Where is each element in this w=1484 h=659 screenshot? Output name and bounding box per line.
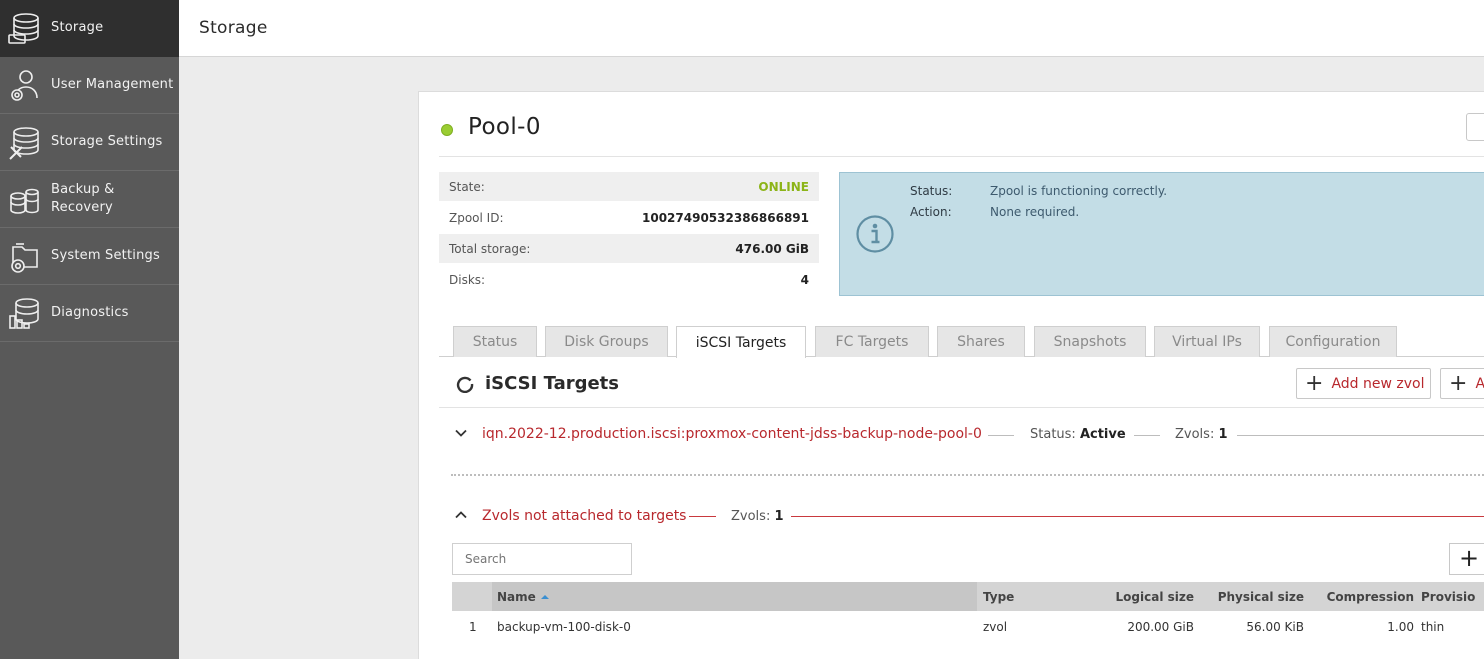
sidebar-item-label: Storage Settings xyxy=(51,134,163,149)
sidebar: Storage User Management Storage Settings xyxy=(0,0,179,659)
zvol-compression: 1.00 xyxy=(1387,620,1414,634)
plus-icon: + xyxy=(1449,370,1468,396)
info-key: Total storage: xyxy=(449,241,531,256)
zvols-value: 1 xyxy=(774,509,784,524)
status-label: Status: xyxy=(1030,427,1076,442)
sidebar-item-storage[interactable]: Storage xyxy=(0,0,179,57)
zvol-name: backup-vm-100-disk-0 xyxy=(497,620,631,634)
separator-line xyxy=(791,516,1484,517)
info-key: State: xyxy=(449,179,485,194)
status-info-box: Status: Zpool is functioning correctly. … xyxy=(839,172,1484,296)
row-index: 1 xyxy=(469,620,477,634)
chevron-up-icon[interactable] xyxy=(454,508,468,522)
zvol-type: zvol xyxy=(983,620,1008,634)
pool-status-dot xyxy=(441,124,453,136)
sidebar-item-label: System Settings xyxy=(51,248,160,263)
page-title: Storage xyxy=(199,18,268,38)
section-title: iSCSI Targets xyxy=(485,373,619,394)
user-gear-icon xyxy=(11,70,38,101)
info-row-disks: Disks: 4 xyxy=(439,265,819,294)
status-label: Status: xyxy=(910,184,953,198)
table-header: Name Type Logical size Physical size Com… xyxy=(452,582,1484,611)
separator-line xyxy=(988,435,1014,436)
zvols-value: 1 xyxy=(1218,427,1228,442)
column-header-compression[interactable]: Compression xyxy=(1314,582,1414,611)
zvol-provisioning: thin xyxy=(1421,620,1445,634)
search-input[interactable] xyxy=(452,543,632,575)
tab-iscsi-targets[interactable]: iSCSI Targets xyxy=(676,326,806,358)
add-new-zvol-label: Add new zvol xyxy=(1331,375,1425,392)
sort-asc-icon xyxy=(540,594,549,599)
tab-shares[interactable]: Shares xyxy=(937,326,1025,357)
info-key: Disks: xyxy=(449,272,486,287)
status-message: Zpool is functioning correctly. xyxy=(990,184,1168,198)
column-header-logical-size[interactable]: Logical size xyxy=(1092,582,1194,611)
column-header-type[interactable]: Type xyxy=(983,582,1063,611)
action-message: None required. xyxy=(990,205,1080,219)
target-status: Status: Active xyxy=(1030,427,1126,442)
info-row-total-storage: Total storage: 476.00 GiB xyxy=(439,234,819,263)
sidebar-item-diagnostics[interactable]: Diagnostics xyxy=(0,285,179,342)
zvol-logical-size: 200.00 GiB xyxy=(1127,620,1194,634)
tab-disk-groups[interactable]: Disk Groups xyxy=(545,326,668,357)
sidebar-item-label: Diagnostics xyxy=(51,305,129,320)
zvols-label: Zvols: xyxy=(1175,427,1215,442)
database-chart-icon xyxy=(9,298,39,329)
column-header-provisioning[interactable]: Provisio xyxy=(1421,582,1484,611)
divider xyxy=(439,156,1484,157)
sidebar-item-user-management[interactable]: User Management xyxy=(0,57,179,114)
tab-snapshots[interactable]: Snapshots xyxy=(1034,326,1146,357)
add-new-zvol-button[interactable]: + Add new zvol xyxy=(1296,368,1431,399)
zvol-physical-size: 56.00 KiB xyxy=(1246,620,1304,634)
info-row-state: State: ONLINE xyxy=(439,172,819,201)
dotted-separator xyxy=(451,474,1484,476)
divider xyxy=(439,407,1484,408)
pool-title: Pool-0 xyxy=(468,114,541,140)
action-label: Action: xyxy=(910,205,952,219)
database-tools-icon xyxy=(9,127,39,160)
column-header-physical-size[interactable]: Physical size xyxy=(1204,582,1304,611)
info-row-zpool-id: Zpool ID: 10027490532386866891 xyxy=(439,203,819,232)
zpool-id-value: 10027490532386866891 xyxy=(642,210,809,225)
chevron-down-icon[interactable] xyxy=(454,426,468,440)
plus-icon: + xyxy=(1305,370,1324,396)
tab-virtual-ips[interactable]: Virtual IPs xyxy=(1154,326,1260,357)
unattached-zvols-count: Zvols: 1 xyxy=(731,509,784,524)
separator-line xyxy=(1237,435,1484,436)
separator-line xyxy=(689,516,716,517)
pool-options-button[interactable] xyxy=(1466,113,1484,141)
zvols-label: Zvols: xyxy=(731,509,771,524)
separator-line xyxy=(1134,435,1160,436)
sidebar-item-storage-settings[interactable]: Storage Settings xyxy=(0,114,179,171)
column-label: Name xyxy=(497,589,536,604)
add-target-label: A xyxy=(1475,375,1484,392)
sidebar-item-backup-recovery[interactable]: Backup & Recovery xyxy=(0,171,179,228)
tab-status[interactable]: Status xyxy=(453,326,537,357)
folder-gear-icon xyxy=(11,243,38,273)
pool-panel: Pool-0 State: ONLINE Zpool ID: 100274905… xyxy=(418,91,1484,659)
sidebar-item-label: Backup & Recovery xyxy=(51,182,115,215)
sidebar-item-system-settings[interactable]: System Settings xyxy=(0,228,179,285)
add-zvol-plus-button[interactable]: + xyxy=(1449,543,1484,575)
info-icon xyxy=(856,215,894,253)
top-header: Storage xyxy=(179,0,1484,57)
iscsi-target-name[interactable]: iqn.2022-12.production.iscsi:proxmox-con… xyxy=(482,426,982,442)
database-stack-icon xyxy=(10,188,39,214)
state-value: ONLINE xyxy=(758,179,809,194)
refresh-icon[interactable] xyxy=(456,375,474,393)
total-storage-value: 476.00 GiB xyxy=(735,241,809,256)
tab-fc-targets[interactable]: FC Targets xyxy=(815,326,929,357)
add-target-button[interactable]: + A xyxy=(1440,368,1484,399)
disks-value: 4 xyxy=(800,272,809,287)
status-value: Active xyxy=(1079,427,1126,442)
database-icon xyxy=(8,13,39,44)
unattached-zvols-title[interactable]: Zvols not attached to targets xyxy=(482,508,686,524)
info-key: Zpool ID: xyxy=(449,210,504,225)
target-zvols-count: Zvols: 1 xyxy=(1175,427,1228,442)
sidebar-item-label: User Management xyxy=(51,77,174,92)
column-header-name[interactable]: Name xyxy=(492,582,977,611)
sidebar-item-label: Storage xyxy=(51,20,104,35)
tab-configuration[interactable]: Configuration xyxy=(1269,326,1397,357)
